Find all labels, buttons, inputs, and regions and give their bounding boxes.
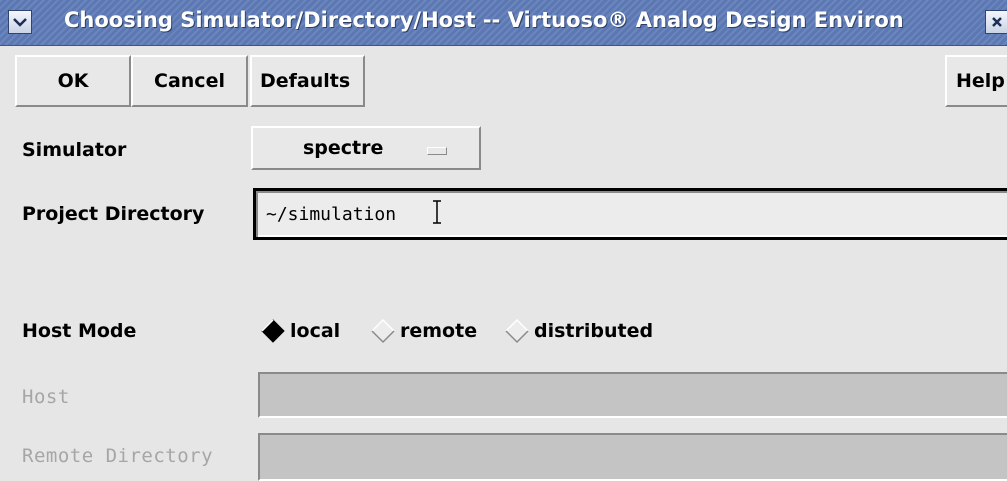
defaults-button[interactable]: Defaults (250, 55, 365, 107)
chevron-down-icon (13, 18, 27, 27)
diamond-empty-icon (371, 318, 395, 344)
ibeam-cursor-icon (433, 200, 441, 224)
radio-local-label: local (290, 320, 341, 342)
radio-remote[interactable]: remote (370, 318, 477, 344)
diamond-empty-icon (505, 318, 529, 344)
project-directory-input[interactable] (253, 188, 1007, 240)
simulator-select[interactable]: spectre (251, 126, 481, 170)
simulator-label: Simulator (22, 139, 127, 161)
title-bar[interactable]: Choosing Simulator/Directory/Host -- Vir… (0, 0, 1007, 46)
remote-directory-input[interactable] (258, 433, 1007, 481)
radio-remote-label: remote (400, 320, 478, 342)
close-button[interactable] (985, 10, 1007, 34)
remote-directory-label: Remote Directory (22, 445, 214, 467)
radio-distributed[interactable]: distributed (504, 318, 653, 344)
cyclic-menu-icon (427, 147, 447, 155)
diamond-filled-icon (261, 319, 285, 343)
host-label: Host (22, 386, 70, 408)
window-menu-button[interactable] (8, 10, 32, 34)
ok-button[interactable]: OK (15, 55, 131, 107)
cancel-button[interactable]: Cancel (131, 55, 248, 107)
host-input[interactable] (258, 372, 1007, 418)
radio-local[interactable]: local (260, 318, 340, 344)
close-icon (992, 17, 1002, 27)
host-mode-label: Host Mode (22, 320, 137, 342)
simulator-value: spectre (303, 137, 384, 159)
radio-distributed-label: distributed (534, 320, 654, 342)
help-button[interactable]: Help (945, 55, 1007, 107)
window-title: Choosing Simulator/Directory/Host -- Vir… (64, 8, 904, 32)
project-directory-label: Project Directory (22, 203, 205, 225)
